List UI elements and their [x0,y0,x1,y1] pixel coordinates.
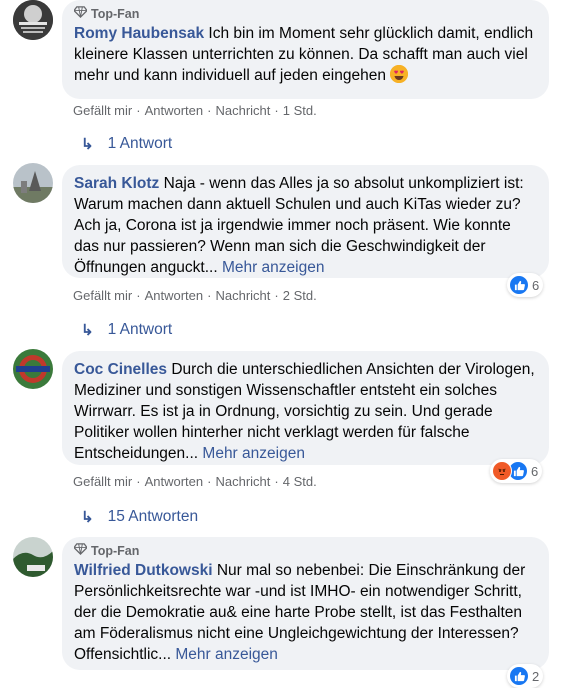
reply-link[interactable]: Antworten [145,288,204,303]
like-link[interactable]: Gefällt mir [73,474,132,489]
reaction-summary[interactable]: 6 [507,273,544,297]
thumbs-up-icon [509,666,529,686]
reply-arrow-icon: ↳ [81,322,94,339]
comment-actions: Gefällt mir · Antworten · Nachricht · 1 Std. [73,103,317,118]
reaction-summary[interactable]: 2 [507,664,544,688]
timestamp[interactable]: 4 Std. [283,474,317,489]
avatar[interactable] [13,0,53,40]
view-replies-link[interactable]: ↳ 1 Antwort [81,321,172,339]
thumbs-up-icon [509,275,529,295]
comment-actions: Gefällt mir · Antworten · Nachricht · 2 Std. [73,288,317,303]
comment-bubble: Top-Fan Romy Haubensak Ich bin im Moment… [62,0,549,99]
view-replies-link[interactable]: ↳ 1 Antwort [81,135,172,153]
timestamp[interactable]: 1 Std. [283,103,317,118]
diamond-icon [73,542,88,559]
reply-arrow-icon: ↳ [81,509,94,526]
see-more-link[interactable]: Mehr anzeigen [222,259,325,276]
message-link[interactable]: Nachricht [215,474,270,489]
see-more-link[interactable]: Mehr anzeigen [202,445,305,462]
comment-author[interactable]: Coc Cinelles [74,361,167,378]
reaction-count: 2 [532,668,540,684]
comment-bubble: Sarah Klotz Naja - wenn das Alles ja so … [62,165,549,278]
like-link[interactable]: Gefällt mir [73,103,132,118]
avatar[interactable] [13,537,53,577]
timestamp[interactable]: 2 Std. [283,288,317,303]
like-link[interactable]: Gefällt mir [73,288,132,303]
reaction-summary[interactable]: 6 [490,459,543,483]
avatar[interactable] [13,349,53,389]
top-fan-badge: Top-Fan [73,542,537,559]
comment-author[interactable]: Sarah Klotz [74,175,159,192]
avatar[interactable] [13,163,53,203]
comment-body: Romy Haubensak Ich bin im Moment sehr gl… [74,23,537,86]
comment-bubble: Top-Fan Wilfried Dutkowski Nur mal so ne… [62,537,549,670]
see-more-link[interactable]: Mehr anzeigen [175,646,278,663]
comment-author[interactable]: Romy Haubensak [74,25,204,42]
diamond-icon [73,5,88,22]
reply-link[interactable]: Antworten [145,103,204,118]
comment-actions: Gefällt mir · Antworten · Nachricht · 4 Std. [73,474,317,489]
message-link[interactable]: Nachricht [215,103,270,118]
angry-face-icon [492,461,512,481]
view-replies-link[interactable]: ↳ 15 Antworten [81,508,198,526]
comment-author[interactable]: Wilfried Dutkowski [74,562,213,579]
comment-body: Wilfried Dutkowski Nur mal so nebenbei: … [74,560,537,665]
reaction-count: 6 [532,277,540,293]
reply-arrow-icon: ↳ [81,136,94,153]
message-link[interactable]: Nachricht [215,288,270,303]
top-fan-badge: Top-Fan [73,5,537,22]
heart-eyes-emoji-icon [390,65,409,83]
reply-link[interactable]: Antworten [145,474,204,489]
comment-bubble: Coc Cinelles Durch die unterschiedlichen… [62,351,549,465]
reaction-count: 6 [531,463,539,479]
